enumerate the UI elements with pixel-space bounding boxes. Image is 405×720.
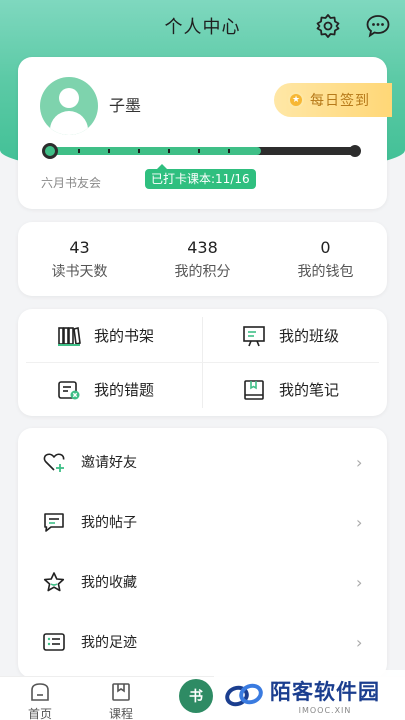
chevron-right-icon: › — [356, 452, 363, 472]
gear-icon — [316, 14, 340, 38]
progress-tick — [168, 149, 170, 153]
watermark: 陌客软件园 IMOOC.XIN — [214, 670, 405, 720]
grid-item-class[interactable]: 我的班级 — [203, 309, 387, 362]
heart-plus-icon — [42, 450, 66, 474]
progress-tick — [138, 149, 140, 153]
home-icon — [29, 681, 51, 703]
menu-item-label: 邀请好友 — [81, 455, 137, 471]
shortcuts-grid: 我的书架 我的班级 我的错题 我的笔记 — [18, 309, 387, 416]
menu-item-history[interactable]: 我的足迹 › — [18, 612, 387, 672]
reading-group-name: 六月书友会 — [41, 176, 102, 190]
classroom-icon — [241, 323, 267, 349]
watermark-name: 陌客软件园 — [270, 679, 380, 704]
watermark-sub: IMOOC.XIN — [298, 705, 352, 715]
menu-item-invite-friends[interactable]: 邀请好友 › — [18, 432, 387, 492]
mistakes-icon — [56, 377, 82, 403]
profile-card: 子墨 ★ 每日签到 六月书友会 已打卡课本:11/16 — [18, 57, 392, 209]
star-icon — [42, 570, 66, 594]
progress-end-knob — [349, 145, 361, 157]
settings-button[interactable] — [314, 12, 342, 40]
stat-reading-days[interactable]: 43 读书天数 — [18, 222, 141, 296]
clock-in-status-badge: 已打卡课本:11/16 — [145, 164, 256, 189]
watermark-logo-icon — [224, 682, 264, 708]
stat-value: 0 — [320, 238, 331, 257]
bookshelf-icon — [56, 323, 82, 349]
menu-item-label: 我的收藏 — [81, 575, 137, 591]
message-square-icon — [42, 510, 66, 534]
menu-item-label: 我的足迹 — [81, 635, 137, 651]
menu-item-my-posts[interactable]: 我的帖子 › — [18, 492, 387, 552]
grid-item-bookshelf[interactable]: 我的书架 — [18, 309, 202, 362]
messages-button[interactable] — [364, 12, 392, 40]
grid-item-mistakes[interactable]: 我的错题 — [18, 363, 202, 416]
grid-item-label: 我的书架 — [94, 327, 155, 345]
menu-item-label: 我的帖子 — [81, 515, 137, 531]
avatar-head-shape — [59, 88, 79, 108]
stat-wallet[interactable]: 0 我的钱包 — [264, 222, 387, 296]
bookmark-book-icon — [110, 681, 132, 703]
username: 子墨 — [109, 96, 142, 115]
daily-checkin-button[interactable]: ★ 每日签到 — [274, 83, 392, 117]
chevron-right-icon: › — [356, 632, 363, 652]
grid-item-notes[interactable]: 我的笔记 — [203, 363, 387, 416]
daily-checkin-label: 每日签到 — [310, 93, 370, 109]
progress-tick — [108, 149, 110, 153]
grid-item-label: 我的错题 — [94, 381, 155, 399]
chevron-right-icon: › — [356, 512, 363, 532]
stat-value: 43 — [69, 238, 90, 257]
top-bar: 个人中心 — [0, 0, 405, 52]
stat-label: 我的钱包 — [297, 264, 354, 280]
menu-list: 邀请好友 › 我的帖子 › 我的收藏 › 我的足迹 › — [18, 428, 387, 678]
stat-points[interactable]: 438 我的积分 — [141, 222, 264, 296]
chat-bubble-icon — [366, 15, 390, 38]
grid-item-label: 我的笔记 — [279, 381, 340, 399]
tab-courses[interactable]: 课程 — [96, 681, 146, 720]
page-title: 个人中心 — [164, 17, 241, 38]
stat-label: 读书天数 — [51, 264, 108, 280]
tab-center-button[interactable]: 书 — [179, 679, 213, 713]
stat-value: 438 — [187, 238, 218, 257]
tab-home[interactable]: 首页 — [15, 681, 65, 720]
progress-tick — [198, 149, 200, 153]
avatar[interactable] — [40, 77, 98, 135]
list-icon — [42, 630, 66, 654]
reading-progress-bar — [42, 143, 361, 159]
tab-label: 首页 — [27, 707, 52, 720]
progress-tick — [78, 149, 80, 153]
tab-label: 课程 — [108, 707, 133, 720]
progress-tick — [228, 149, 230, 153]
avatar-body-shape — [50, 111, 88, 135]
medal-icon: ★ — [288, 92, 304, 108]
notebook-icon — [241, 377, 267, 403]
stat-label: 我的积分 — [174, 264, 231, 280]
grid-item-label: 我的班级 — [279, 327, 340, 345]
progress-start-knob — [42, 143, 58, 159]
stats-card: 43 读书天数 438 我的积分 0 我的钱包 — [18, 222, 387, 296]
chevron-right-icon: › — [356, 572, 363, 592]
menu-item-favorites[interactable]: 我的收藏 › — [18, 552, 387, 612]
watermark-text: 陌客软件园 IMOOC.XIN — [270, 676, 380, 715]
